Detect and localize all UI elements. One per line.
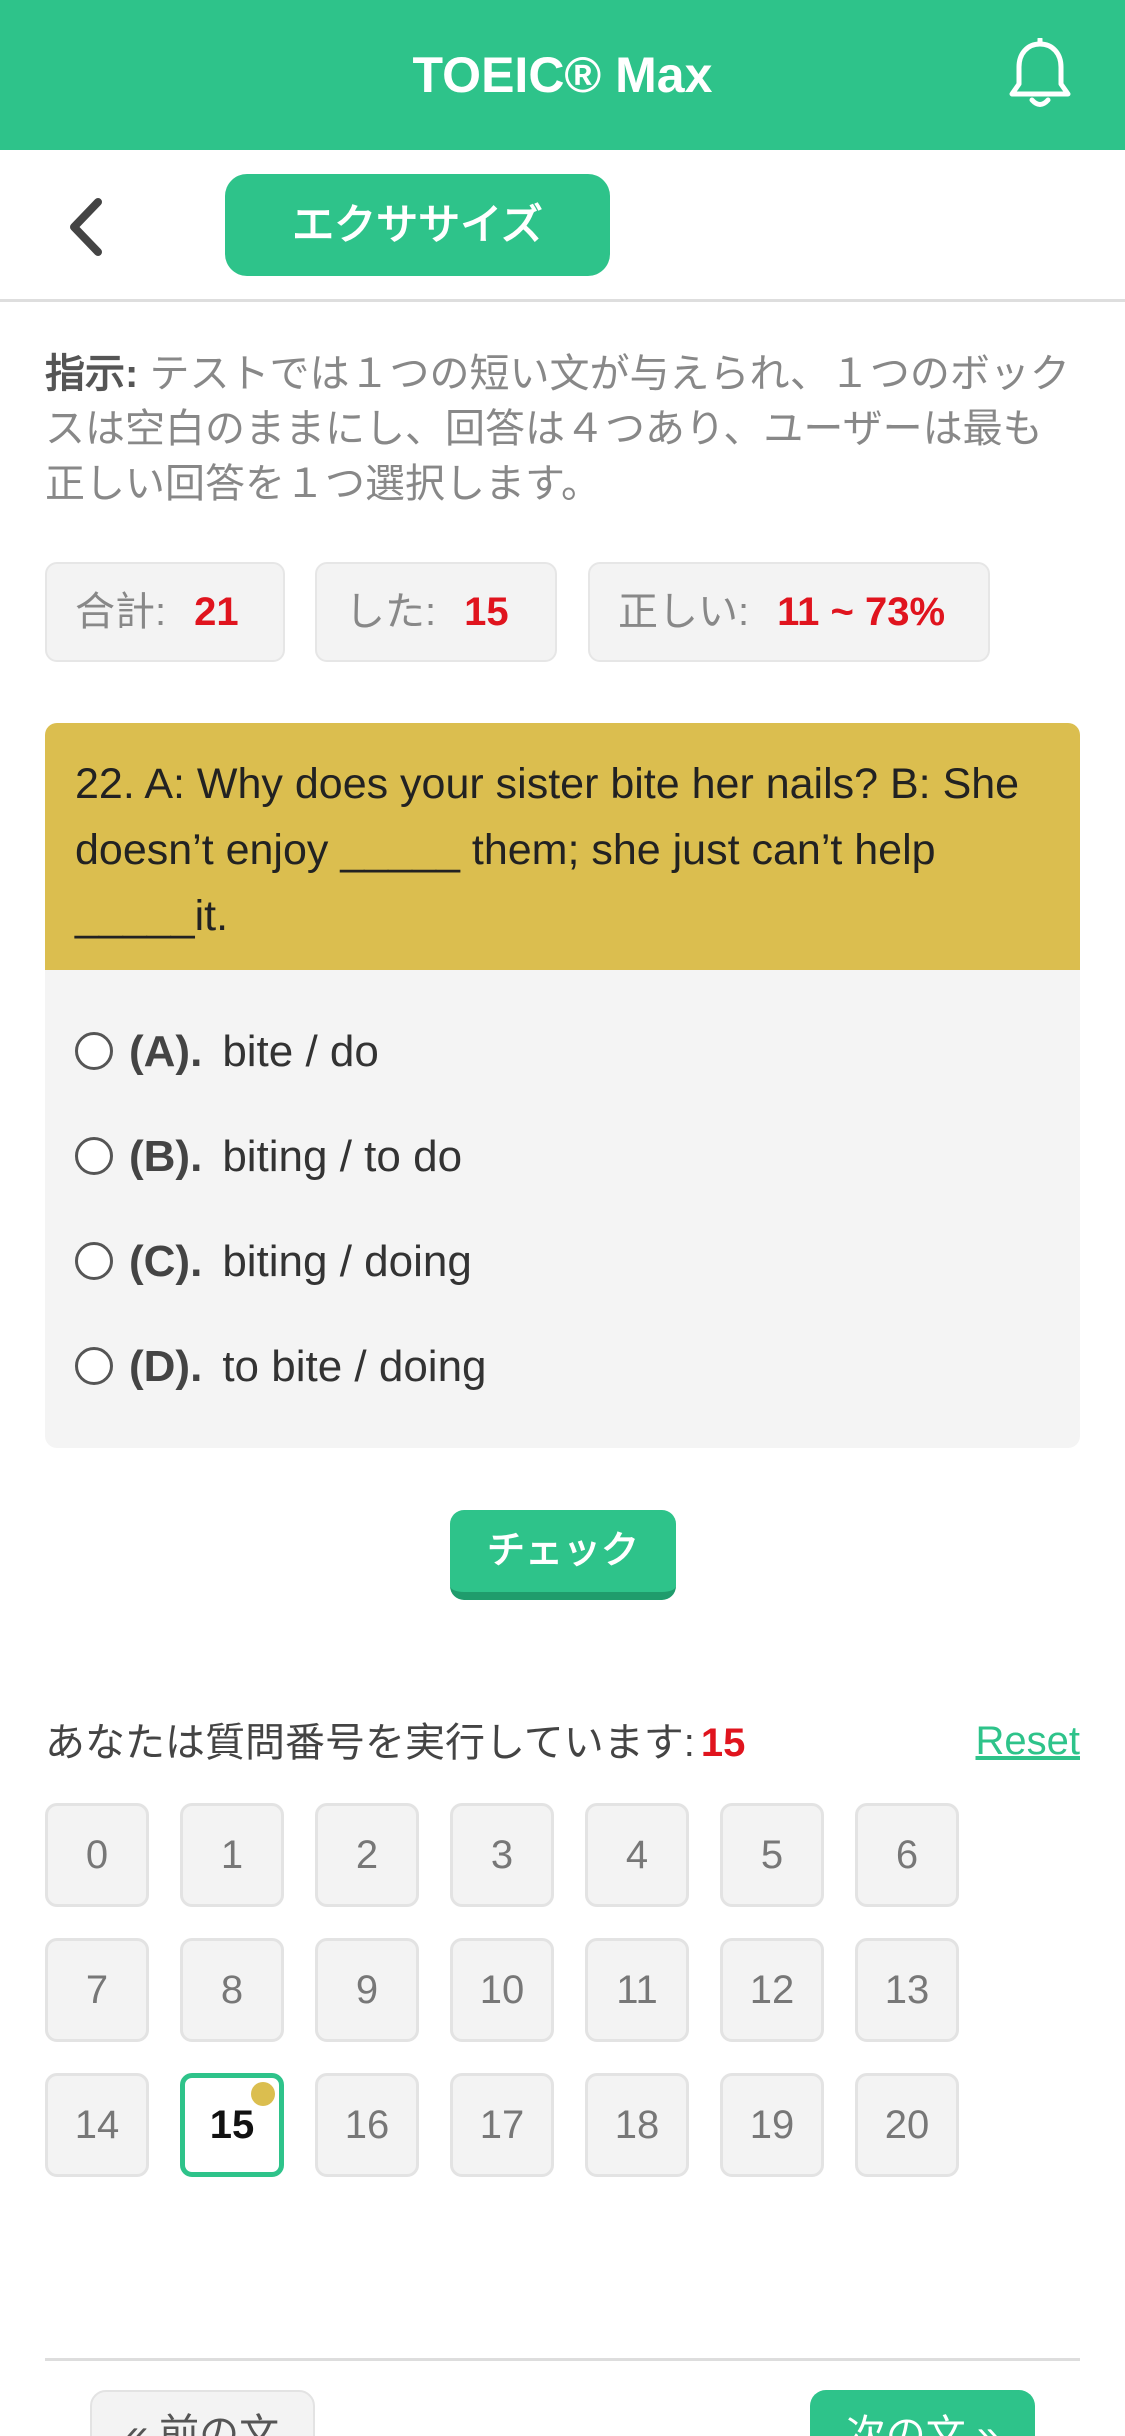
radio-button[interactable] [75,1032,113,1071]
stat-total-value: 21 [194,590,239,634]
question-number-button[interactable]: 17 [450,2073,554,2177]
question-number-button[interactable]: 8 [180,1938,284,2042]
question-number-button[interactable]: 6 [855,1803,959,1907]
question-number-label: 2 [355,1833,379,1877]
question-number-label: 15 [209,2103,255,2147]
question-number-label: 16 [344,2103,390,2147]
question-number-button[interactable]: 2 [315,1803,419,1907]
current-question-number: 15 [700,1721,746,1765]
question-number-button[interactable]: 11 [585,1938,689,2042]
radio-button[interactable] [75,1347,113,1386]
question-number-label: 11 [616,1968,658,2012]
exercise-tab-button[interactable]: エクササイズ [225,174,610,276]
question-number-button[interactable]: 0 [45,1803,149,1907]
stat-correct: 正しい: 11 ~ 73% [588,562,990,662]
question-number-label: 12 [749,1968,795,2012]
question-number-button[interactable]: 4 [585,1803,689,1907]
question-number-button[interactable]: 15 [180,2073,284,2177]
option-letter: (C). [129,1237,203,1286]
question-number-label: 3 [490,1833,514,1877]
question-number-label: 20 [884,2103,930,2147]
question-number-label: 17 [479,2103,525,2147]
option-d[interactable]: (D). to bite / doing [75,1337,487,1397]
stat-done-value: 15 [464,590,509,634]
current-indicator-dot [251,2082,275,2106]
app-title: TOEIC® Max [412,47,713,103]
instructions: 指示: テストでは１つの短い文が与えられ、１つのボックスは空白のままにし、回答は… [45,347,1075,512]
question-number-label: 1 [220,1833,244,1877]
stat-total: 合計: 21 [45,562,285,662]
question-number-button[interactable]: 10 [450,1938,554,2042]
question-number-button[interactable]: 16 [315,2073,419,2177]
question-number-button[interactable]: 12 [720,1938,824,2042]
radio-button[interactable] [75,1242,113,1281]
question-number-label: 8 [220,1968,244,2012]
question-number-label: 19 [749,2103,795,2147]
option-text: to bite / doing [222,1342,487,1391]
progress-label: あなたは質問番号を実行しています: [45,1721,695,1765]
question-number-button[interactable]: 13 [855,1938,959,2042]
question-number-label: 4 [625,1833,649,1877]
radio-button[interactable] [75,1137,113,1176]
question-number-label: 9 [355,1968,379,2012]
question-number-label: 10 [479,1968,525,2012]
bell-icon[interactable] [1005,38,1075,112]
previous-sentence-button[interactable]: « 前の文 [90,2390,315,2436]
question-number-button[interactable]: 3 [450,1803,554,1907]
instructions-label: 指示: [45,352,139,396]
chevron-left-icon[interactable] [60,192,120,262]
stat-correct-label: 正しい: [618,590,750,634]
option-letter: (A). [129,1027,203,1076]
question-number-button[interactable]: 7 [45,1938,149,2042]
question-number-button[interactable]: 19 [720,2073,824,2177]
question-number-button[interactable]: 20 [855,2073,959,2177]
stat-done-label: した: [345,590,437,634]
option-a[interactable]: (A). bite / do [75,1022,379,1082]
next-sentence-button[interactable]: 次の文 » [810,2390,1035,2436]
reset-link[interactable]: Reset [976,1713,1081,1769]
question-text: 22. A: Why does your sister bite her nai… [45,723,1080,970]
stat-correct-value: 11 ~ 73% [777,590,946,634]
option-b[interactable]: (B). biting / to do [75,1127,462,1187]
option-text: biting / doing [222,1237,472,1286]
option-letter: (B). [129,1132,203,1181]
check-button[interactable]: チェック [450,1510,676,1600]
app-header: TOEIC® Max [0,0,1125,150]
divider [45,2358,1080,2361]
question-number-label: 6 [895,1833,919,1877]
question-number-button[interactable]: 1 [180,1803,284,1907]
question-number-label: 7 [85,1968,109,2012]
option-text: biting / to do [222,1132,463,1181]
question-number-button[interactable]: 5 [720,1803,824,1907]
instructions-text: テストでは１つの短い文が与えられ、１つのボックスは空白のままにし、回答は４つあり… [45,352,1070,506]
option-letter: (D). [129,1342,203,1391]
option-c[interactable]: (C). biting / doing [75,1232,472,1292]
stat-total-label: 合計: [75,590,167,634]
option-text: bite / do [222,1027,379,1076]
question-number-label: 0 [85,1833,109,1877]
answer-options: (A). bite / do (B). biting / to do (C). bit… [45,970,1080,1448]
question-number-button[interactable]: 9 [315,1938,419,2042]
progress-status: あなたは質問番号を実行しています: 15 [45,1713,745,1773]
question-number-button[interactable]: 18 [585,2073,689,2177]
question-number-label: 18 [614,2103,660,2147]
question-number-button[interactable]: 14 [45,2073,149,2177]
question-number-label: 14 [74,2103,120,2147]
sub-navigation: エクササイズ [0,150,1125,302]
stat-done: した: 15 [315,562,557,662]
question-number-label: 5 [760,1833,784,1877]
question-number-label: 13 [884,1968,930,2012]
